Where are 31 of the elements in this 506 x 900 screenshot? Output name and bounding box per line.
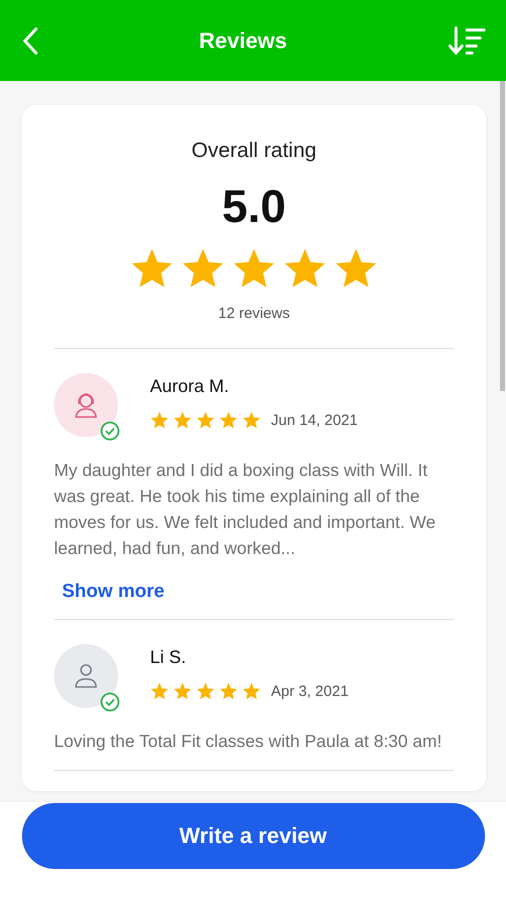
star-icon [283,247,327,289]
star-icon [242,682,261,700]
star-icon [196,682,215,700]
review-text: My daughter and I did a boxing class with Will. It was great. He took his time explaining all of the moves for us. We felt included and important. We learned, had fun, and worked... [54,459,437,560]
review-text: Loving the Total Fit classes with Paula at 8:30 am! [54,730,443,753]
star-icon [219,411,238,429]
star-icon [196,411,215,429]
review-date: Jun 14, 2021 [271,412,358,428]
write-review-button[interactable]: Write a review [22,803,484,869]
back-icon[interactable] [22,26,38,54]
review-date: Apr 3, 2021 [271,682,349,700]
star-icon [150,411,169,429]
sort-icon[interactable] [448,26,486,56]
star-icon [232,247,276,289]
star-icon [173,682,192,700]
woman-icon [74,392,98,418]
person-icon [74,663,98,689]
star-icon [219,682,238,700]
star-icon [181,247,225,289]
rating-heading: Overall rating [192,139,316,163]
star-icon [173,411,192,429]
star-icon [242,411,261,429]
rating-score: 5.0 [222,179,286,233]
review-count: 12 reviews [218,305,290,322]
reviewer-name: Aurora M. [150,376,230,397]
show-more-link[interactable]: Show more [62,581,164,603]
screen-title: Reviews [198,28,288,54]
reviewer-name: Li S. [150,647,188,668]
star-icon [334,247,378,289]
star-icon [130,247,174,289]
star-icon [150,682,169,700]
